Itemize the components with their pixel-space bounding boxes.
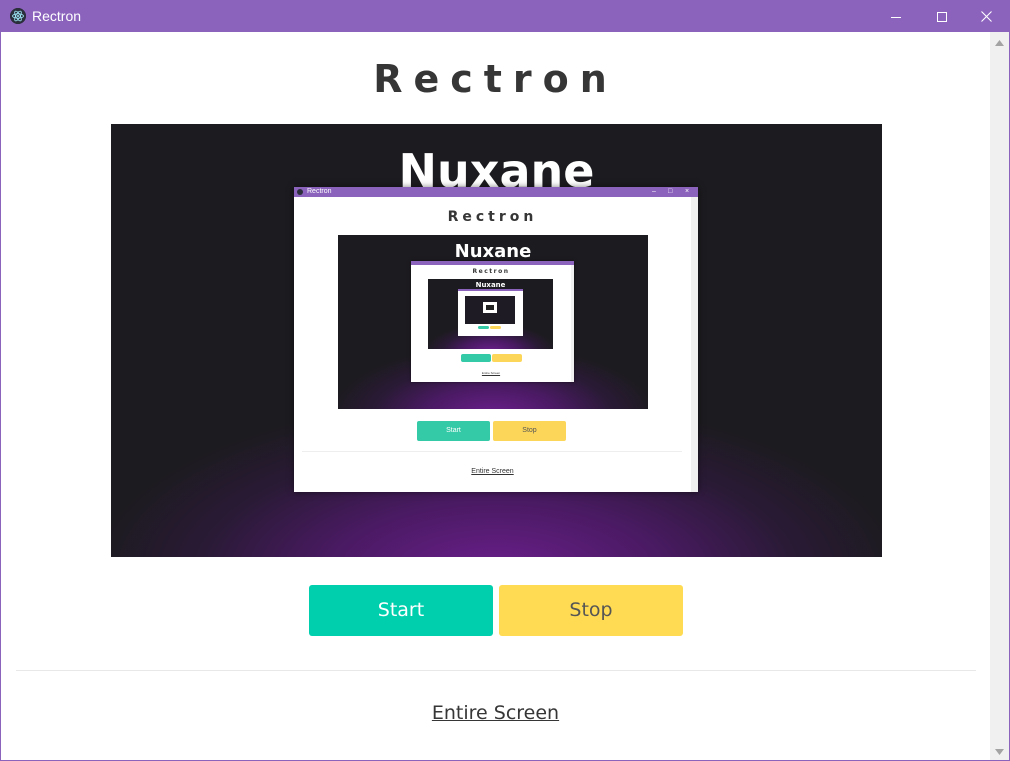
nested2-start-button [461, 354, 491, 362]
close-icon [980, 11, 992, 22]
electron-app-icon [10, 8, 26, 24]
minimize-icon [891, 16, 901, 18]
scroll-down-button[interactable] [990, 743, 1009, 760]
app-window: Rectron Rectron Nuxane Rectron – □ × Rec… [0, 0, 1010, 761]
nested4-preview [486, 305, 494, 310]
nested-source-link: Entire Screen [471, 468, 514, 475]
nested-maximize-icon: □ [668, 188, 673, 195]
nested-scrollbar [691, 197, 698, 492]
vertical-scrollbar[interactable] [990, 32, 1009, 760]
close-button[interactable] [963, 1, 1009, 32]
nested-window-preview-2: Rectron Nuxane Entire Screen [411, 261, 574, 382]
nested3-video-preview [465, 296, 515, 324]
content-area: Rectron Nuxane Rectron – □ × Rectron Nux… [1, 32, 990, 760]
nested3-start-button [478, 326, 489, 329]
page-title: Rectron [373, 57, 618, 101]
divider [16, 670, 976, 671]
nested2-source-link: Entire Screen [481, 371, 501, 375]
nested-divider [302, 451, 682, 452]
nested-window-preview: Rectron – □ × Rectron Nuxane Rectron Nux… [294, 187, 698, 492]
nested3-stop-button [490, 326, 501, 329]
scroll-down-arrow-icon [995, 748, 1004, 755]
video-preview: Nuxane Rectron – □ × Rectron Nuxane Rect… [111, 124, 882, 557]
nested-close-icon: × [685, 188, 690, 195]
start-button[interactable]: Start [309, 585, 493, 636]
nested4-window [483, 302, 497, 313]
nested-window-title: Rectron [307, 188, 332, 195]
maximize-icon [937, 11, 947, 22]
nested-title-bar: Rectron – □ × [294, 187, 698, 197]
scroll-up-button[interactable] [990, 34, 1009, 51]
maximize-button[interactable] [919, 1, 965, 32]
nested-start-button: Start [417, 421, 490, 441]
scroll-up-arrow-icon [995, 39, 1004, 46]
nested2-stop-button [492, 354, 522, 362]
nested-stop-button: Stop [493, 421, 566, 441]
nested-preview-logo-text: Nuxane [454, 241, 532, 262]
nested2-page-title: Rectron [472, 268, 510, 275]
nested2-title-bar [411, 261, 574, 265]
video-source-select-link[interactable]: Entire Screen [1, 702, 990, 724]
stop-button[interactable]: Stop [499, 585, 683, 636]
nested-page-title: Rectron [447, 209, 538, 225]
minimize-button[interactable] [873, 1, 919, 32]
nested-app-icon [297, 189, 303, 195]
nested-minimize-icon: – [652, 188, 656, 195]
nested2-scrollbar [571, 265, 574, 382]
nested2-video-preview: Nuxane [428, 279, 553, 349]
nested-video-preview: Nuxane Rectron Nuxane Entire Screen [338, 235, 648, 409]
nested3-title-bar [458, 289, 523, 291]
window-title: Rectron [32, 8, 82, 24]
title-bar[interactable]: Rectron [1, 1, 1009, 32]
nested-window-preview-3 [458, 289, 523, 336]
